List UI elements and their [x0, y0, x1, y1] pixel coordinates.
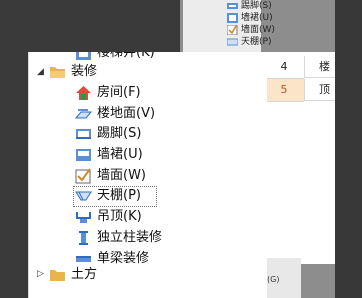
bg-tree-item[interactable]: 踢脚(S) [227, 0, 272, 12]
suspended-ceiling-icon [76, 212, 91, 223]
skirting-icon [227, 3, 238, 9]
folder-icon [50, 270, 65, 281]
wall-skirt-icon [227, 13, 238, 23]
ceiling-icon [227, 38, 238, 46]
skirting-icon [76, 129, 91, 139]
ceiling-icon [75, 191, 92, 201]
bg-tree-item[interactable]: 墙裙(U) [227, 12, 273, 24]
table-cell-index-selected[interactable]: 5 [264, 79, 304, 102]
background-dark-area [335, 0, 362, 298]
folder-open-icon [50, 67, 65, 78]
stairwell-icon [76, 52, 91, 60]
floor-icon [75, 109, 92, 119]
table-cell-value[interactable]: 顶 [304, 79, 336, 101]
table-cell-index[interactable]: 4 [264, 56, 304, 79]
bg-tree-item[interactable]: 天棚(P) [227, 36, 271, 48]
column-icon [79, 231, 88, 245]
house-icon [76, 86, 91, 100]
wall-face-icon [75, 168, 91, 184]
bg-tree-item[interactable]: 墙面(W) [227, 24, 275, 36]
wall-skirt-icon [76, 149, 91, 161]
background-tree: 踢脚(S) 墙裙(U) 墙面(W) 天棚(P) [183, 0, 275, 52]
wall-face-icon [227, 25, 238, 35]
table-cell-value[interactable]: 楼 [304, 56, 336, 78]
expand-toggle[interactable]: ▷ [36, 270, 45, 279]
background-table: 4 楼 5 顶 [263, 52, 336, 264]
collapse-toggle[interactable]: ◢ [36, 68, 45, 77]
component-tree-popup: 楼梯井(K) ◢ 装修 房间(F) 楼地面(V) 踢脚(S) 墙裙(U) 墙面(… [28, 52, 267, 298]
